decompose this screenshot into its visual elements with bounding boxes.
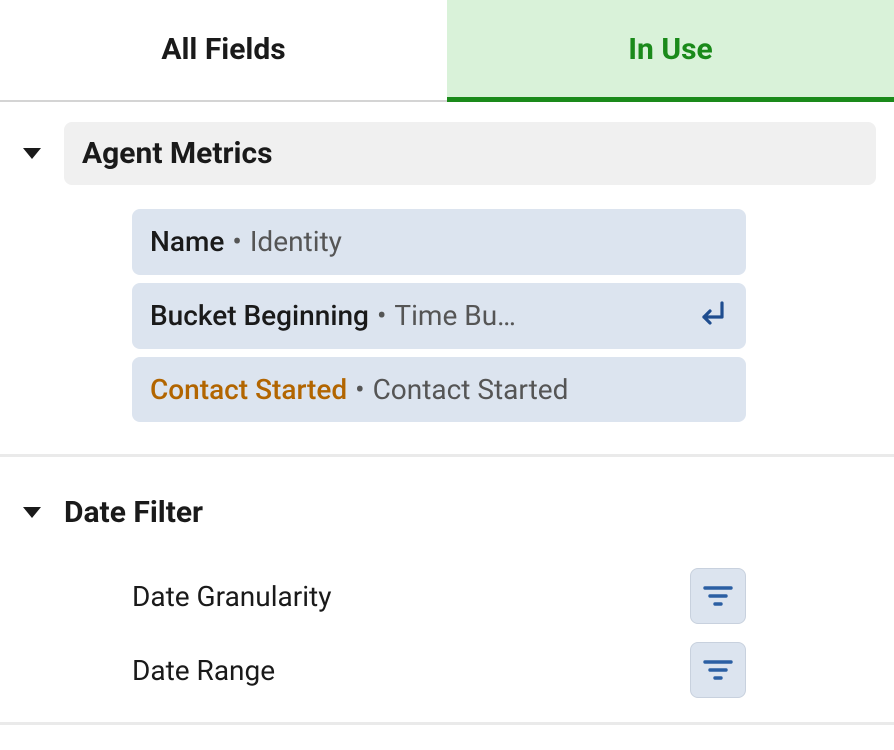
filter-row-date-range: Date Range (132, 642, 746, 698)
filter-button[interactable] (690, 568, 746, 624)
section-agent-metrics: Agent Metrics Name • Identity Bucket Beg… (18, 122, 876, 422)
chevron-down-icon (18, 140, 46, 168)
field-item[interactable]: Name • Identity (132, 209, 746, 275)
agent-metrics-fields: Name • Identity Bucket Beginning • Time … (132, 209, 746, 422)
filter-button[interactable] (690, 642, 746, 698)
field-primary-label: Bucket Beginning (150, 297, 369, 335)
filter-label: Date Granularity (132, 580, 331, 613)
filter-icon (703, 659, 733, 681)
bullet-separator: • (232, 223, 241, 261)
field-secondary-label: Identity (250, 223, 728, 261)
tab-label: In Use (628, 32, 712, 67)
section-divider (0, 722, 894, 725)
tab-in-use[interactable]: In Use (447, 0, 894, 102)
bullet-separator: • (355, 371, 364, 409)
filter-label: Date Range (132, 654, 275, 687)
field-tabs: All Fields In Use (0, 0, 894, 102)
section-date-filter: Date Filter Date Granularity Date Range (18, 481, 876, 725)
section-title: Agent Metrics (64, 122, 876, 185)
section-title: Date Filter (64, 481, 876, 544)
section-header-row[interactable]: Date Filter (18, 481, 876, 544)
return-icon (696, 301, 728, 331)
bullet-separator: • (377, 297, 386, 335)
tab-all-fields[interactable]: All Fields (0, 0, 447, 100)
filter-icon (703, 585, 733, 607)
section-divider (0, 454, 894, 457)
field-item[interactable]: Bucket Beginning • Time Bu… (132, 283, 746, 349)
date-filter-items: Date Granularity Date Range (132, 568, 746, 698)
field-secondary-label: Contact Started (373, 371, 728, 409)
panel-content: Agent Metrics Name • Identity Bucket Beg… (0, 102, 894, 725)
field-item[interactable]: Contact Started • Contact Started (132, 357, 746, 423)
tab-label: All Fields (161, 32, 285, 67)
filter-row-date-granularity: Date Granularity (132, 568, 746, 624)
field-primary-label: Contact Started (150, 371, 347, 409)
field-secondary-label: Time Bu… (394, 297, 684, 335)
section-header-row[interactable]: Agent Metrics (18, 122, 876, 185)
chevron-down-icon (18, 499, 46, 527)
field-primary-label: Name (150, 223, 224, 261)
